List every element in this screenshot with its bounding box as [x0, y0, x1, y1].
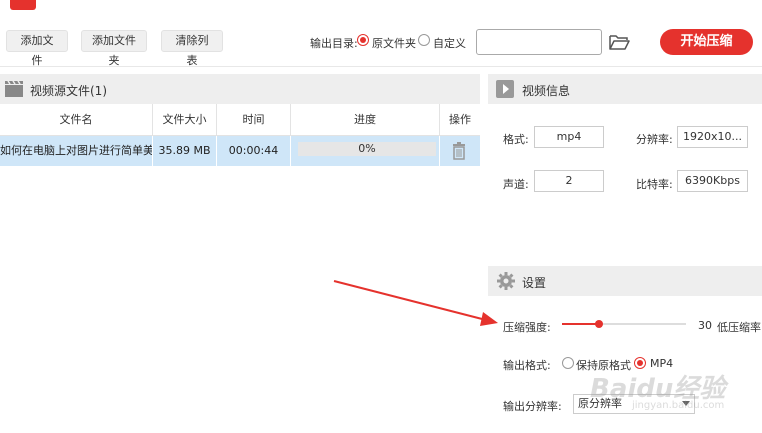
- compress-strength-value: 30: [698, 319, 712, 332]
- settings-title: 设置: [522, 276, 547, 290]
- file-table-header: 文件名 文件大小 时间 进度 操作: [0, 104, 480, 136]
- progress-bar: 0%: [298, 142, 436, 156]
- add-folder-button[interactable]: 添加文件夹: [81, 30, 147, 67]
- bitrate-label: 比特率:: [636, 178, 673, 191]
- video-info-title: 视频信息: [522, 84, 571, 98]
- video-files-icon: [4, 80, 24, 98]
- column-header-action[interactable]: 操作: [440, 104, 480, 136]
- row-time: 00:00:44: [217, 136, 291, 166]
- toolbar: 添加文件 添加文件夹 清除列表 输出目录: 原文件夹 自定义 开始压缩: [0, 26, 762, 67]
- output-format-label: 输出格式:: [503, 359, 551, 372]
- title-bar: [0, 0, 762, 12]
- settings-header: 设置: [488, 266, 762, 296]
- column-header-size[interactable]: 文件大小: [153, 104, 217, 136]
- radio-original-folder[interactable]: [357, 34, 369, 46]
- column-header-time[interactable]: 时间: [217, 104, 291, 136]
- video-play-icon: [496, 80, 514, 98]
- row-filename: 如何在电脑上对图片进行简单美...: [0, 136, 153, 166]
- baidu-watermark: Baidu经验 jingyan.baidu.com: [586, 362, 762, 422]
- radio-original-folder-label: 原文件夹: [372, 37, 416, 50]
- bitrate-value: 6390Kbps: [677, 170, 748, 192]
- resolution-value: 1920x10...: [677, 126, 748, 148]
- start-compress-button[interactable]: 开始压缩: [660, 29, 753, 55]
- format-value: mp4: [534, 126, 604, 148]
- add-file-button[interactable]: 添加文件: [6, 30, 68, 67]
- column-header-filename[interactable]: 文件名: [0, 104, 153, 136]
- slider-fill: [562, 323, 600, 325]
- delete-icon[interactable]: [450, 142, 468, 160]
- radio-custom-folder[interactable]: [418, 34, 430, 46]
- source-panel-title: 视频源文件(1): [30, 84, 107, 98]
- output-path-input[interactable]: [476, 29, 602, 55]
- divider: [0, 66, 762, 67]
- output-dir-label: 输出目录:: [310, 37, 358, 50]
- app-logo: [10, 0, 36, 10]
- radio-custom-folder-label: 自定义: [433, 37, 466, 50]
- slider-handle[interactable]: [595, 320, 604, 328]
- radio-keep-format[interactable]: [562, 357, 574, 369]
- channels-value: 2: [534, 170, 604, 192]
- source-panel-header: 视频源文件(1): [0, 74, 480, 104]
- resolution-label: 分辨率:: [636, 133, 673, 146]
- clear-list-button[interactable]: 清除列表: [161, 30, 223, 67]
- compress-strength-slider[interactable]: [562, 323, 686, 325]
- gear-icon: [496, 271, 516, 291]
- video-info-header: 视频信息: [488, 74, 762, 104]
- row-size: 35.89 MB: [153, 136, 217, 166]
- compress-strength-desc: 低压缩率: [717, 321, 761, 334]
- watermark-url: jingyan.baidu.com: [632, 400, 725, 411]
- compress-strength-label: 压缩强度:: [503, 321, 551, 334]
- format-label: 格式:: [503, 133, 529, 146]
- column-header-progress[interactable]: 进度: [291, 104, 440, 136]
- output-resolution-label: 输出分辨率:: [503, 400, 562, 413]
- folder-open-icon[interactable]: [608, 32, 630, 52]
- progress-text: 0%: [358, 142, 376, 155]
- channels-label: 声道:: [503, 178, 529, 191]
